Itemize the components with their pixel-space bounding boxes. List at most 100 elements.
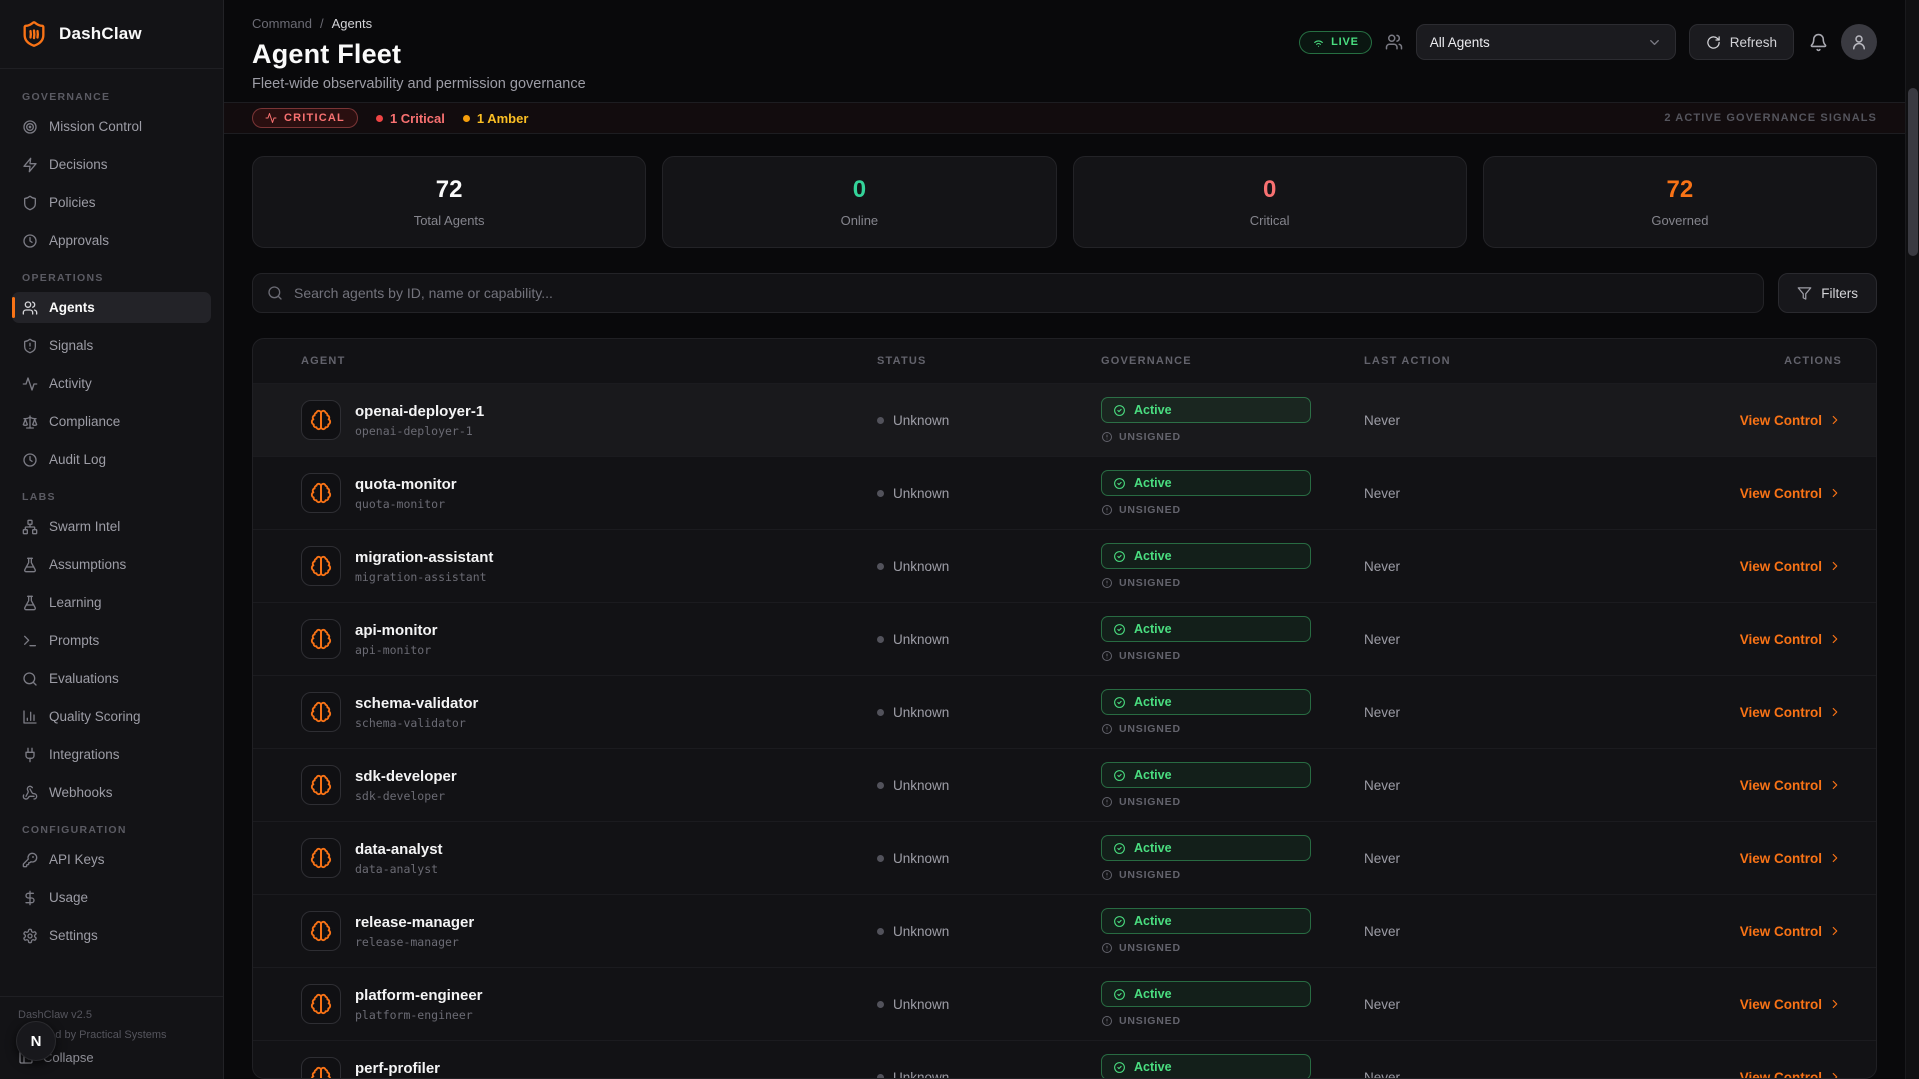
critical-count: 1 Critical <box>376 111 445 126</box>
agent-brain-icon <box>301 546 341 586</box>
governance-active-badge: Active <box>1101 616 1311 642</box>
app-version: DashClaw v2.5 <box>18 1009 205 1021</box>
table-header: AGENT STATUS GOVERNANCE LAST ACTION ACTI… <box>253 339 1876 383</box>
agent-row-schema-validator[interactable]: schema-validatorschema-validatorUnknownA… <box>253 675 1876 748</box>
sidebar-item-webhooks[interactable]: Webhooks <box>12 777 211 808</box>
view-control-link[interactable]: View Control <box>1740 1070 1842 1079</box>
sidebar-item-assumptions[interactable]: Assumptions <box>12 549 211 580</box>
last-action: Never <box>1364 413 1740 428</box>
agent-row-release-manager[interactable]: release-managerrelease-managerUnknownAct… <box>253 894 1876 967</box>
governance-active-badge: Active <box>1101 689 1311 715</box>
sidebar-item-prompts[interactable]: Prompts <box>12 625 211 656</box>
users-icon <box>22 300 38 316</box>
overlay-badge[interactable]: N <box>16 1021 56 1061</box>
view-control-link[interactable]: View Control <box>1740 705 1842 720</box>
refresh-label: Refresh <box>1730 35 1777 50</box>
sidebar-item-mission-control[interactable]: Mission Control <box>12 111 211 142</box>
sidebar-item-swarm-intel[interactable]: Swarm Intel <box>12 511 211 542</box>
sidebar-item-approvals[interactable]: Approvals <box>12 225 211 256</box>
page-heading: Command / Agents Agent Fleet Fleet-wide … <box>252 16 586 92</box>
col-header-actions: ACTIONS <box>1784 355 1842 367</box>
agent-name: platform-engineer <box>355 987 483 1004</box>
scrollbar-thumb[interactable] <box>1908 88 1918 256</box>
unsigned-badge: UNSIGNED <box>1101 869 1364 881</box>
agent-row-platform-engineer[interactable]: platform-engineerplatform-engineerUnknow… <box>253 967 1876 1040</box>
governance-active-badge: Active <box>1101 835 1311 861</box>
sidebar-item-label: Activity <box>49 376 92 391</box>
sidebar-item-integrations[interactable]: Integrations <box>12 739 211 770</box>
main-content: Command / Agents Agent Fleet Fleet-wide … <box>224 0 1919 1079</box>
agent-row-api-monitor[interactable]: api-monitorapi-monitorUnknownActiveUNSIG… <box>253 602 1876 675</box>
last-action: Never <box>1364 1070 1740 1079</box>
refresh-button[interactable]: Refresh <box>1689 24 1794 60</box>
status-dot-icon <box>877 490 884 497</box>
stat-value: 72 <box>436 176 463 204</box>
sidebar-item-agents[interactable]: Agents <box>12 292 211 323</box>
breadcrumb-current: Agents <box>332 16 372 31</box>
live-status-badge: LIVE <box>1299 31 1372 54</box>
sidebar-item-label: Webhooks <box>49 785 113 800</box>
view-control-link[interactable]: View Control <box>1740 778 1842 793</box>
agent-row-perf-profiler[interactable]: perf-profilerperf-profilerUnknownActiveU… <box>253 1040 1876 1079</box>
filters-button[interactable]: Filters <box>1778 273 1877 313</box>
view-control-link[interactable]: View Control <box>1740 851 1842 866</box>
sidebar-item-label: Compliance <box>49 414 120 429</box>
agent-status: Unknown <box>877 924 1101 939</box>
sidebar-item-decisions[interactable]: Decisions <box>12 149 211 180</box>
agent-row-sdk-developer[interactable]: sdk-developersdk-developerUnknownActiveU… <box>253 748 1876 821</box>
page-subtitle: Fleet-wide observability and permission … <box>252 76 586 92</box>
stat-label: Governed <box>1651 213 1708 228</box>
sidebar-item-audit-log[interactable]: Audit Log <box>12 444 211 475</box>
sidebar-item-settings[interactable]: Settings <box>12 920 211 951</box>
brand-name: DashClaw <box>59 24 142 44</box>
activity-icon <box>22 376 38 392</box>
unsigned-badge: UNSIGNED <box>1101 723 1364 735</box>
view-control-link[interactable]: View Control <box>1740 413 1842 428</box>
agent-name: api-monitor <box>355 622 438 639</box>
sidebar-item-activity[interactable]: Activity <box>12 368 211 399</box>
agent-name: data-analyst <box>355 841 443 858</box>
unsigned-badge: UNSIGNED <box>1101 650 1364 662</box>
dashclaw-logo-icon <box>20 20 48 48</box>
view-control-link[interactable]: View Control <box>1740 997 1842 1012</box>
agent-brain-icon <box>301 692 341 732</box>
governance-cell: Active UNSIGNED <box>1101 689 1364 735</box>
agent-id: quota-monitor <box>355 497 457 511</box>
sidebar-item-quality-scoring[interactable]: Quality Scoring <box>12 701 211 732</box>
governance-active-badge: Active <box>1101 908 1311 934</box>
agent-row-quota-monitor[interactable]: quota-monitorquota-monitorUnknownActiveU… <box>253 456 1876 529</box>
sidebar-item-usage[interactable]: Usage <box>12 882 211 913</box>
view-control-link[interactable]: View Control <box>1740 486 1842 501</box>
agent-row-data-analyst[interactable]: data-analystdata-analystUnknownActiveUNS… <box>253 821 1876 894</box>
signals-summary: 2 ACTIVE GOVERNANCE SIGNALS <box>1664 112 1877 124</box>
sidebar-item-label: Approvals <box>49 233 109 248</box>
status-dot-icon <box>877 1001 884 1008</box>
table-body: openai-deployer-1openai-deployer-1Unknow… <box>253 383 1876 1079</box>
sidebar-item-learning[interactable]: Learning <box>12 587 211 618</box>
view-control-link[interactable]: View Control <box>1740 632 1842 647</box>
unsigned-badge: UNSIGNED <box>1101 942 1364 954</box>
nav-section-label: CONFIGURATION <box>22 824 201 836</box>
view-control-link[interactable]: View Control <box>1740 559 1842 574</box>
governance-cell: Active UNSIGNED <box>1101 616 1364 662</box>
sidebar-item-signals[interactable]: Signals <box>12 330 211 361</box>
nav-section-label: LABS <box>22 491 201 503</box>
agent-filter-select[interactable]: All Agents <box>1416 24 1676 60</box>
search-row: Filters <box>224 248 1905 313</box>
bell-icon[interactable] <box>1809 33 1828 52</box>
sidebar-item-policies[interactable]: Policies <box>12 187 211 218</box>
agent-row-openai-deployer-1[interactable]: openai-deployer-1openai-deployer-1Unknow… <box>253 383 1876 456</box>
sidebar-item-api-keys[interactable]: API Keys <box>12 844 211 875</box>
view-control-link[interactable]: View Control <box>1740 924 1842 939</box>
user-avatar[interactable] <box>1841 24 1877 60</box>
agent-row-migration-assistant[interactable]: migration-assistantmigration-assistantUn… <box>253 529 1876 602</box>
breadcrumb-root[interactable]: Command <box>252 16 312 31</box>
stat-card-online: 0Online <box>662 156 1056 248</box>
page-title: Agent Fleet <box>252 39 586 70</box>
terminal-icon <box>22 633 38 649</box>
agent-cell: perf-profilerperf-profiler <box>301 1057 877 1079</box>
sidebar-item-evaluations[interactable]: Evaluations <box>12 663 211 694</box>
search-input[interactable] <box>294 285 1749 301</box>
sidebar-item-compliance[interactable]: Compliance <box>12 406 211 437</box>
activity-icon <box>265 112 277 124</box>
